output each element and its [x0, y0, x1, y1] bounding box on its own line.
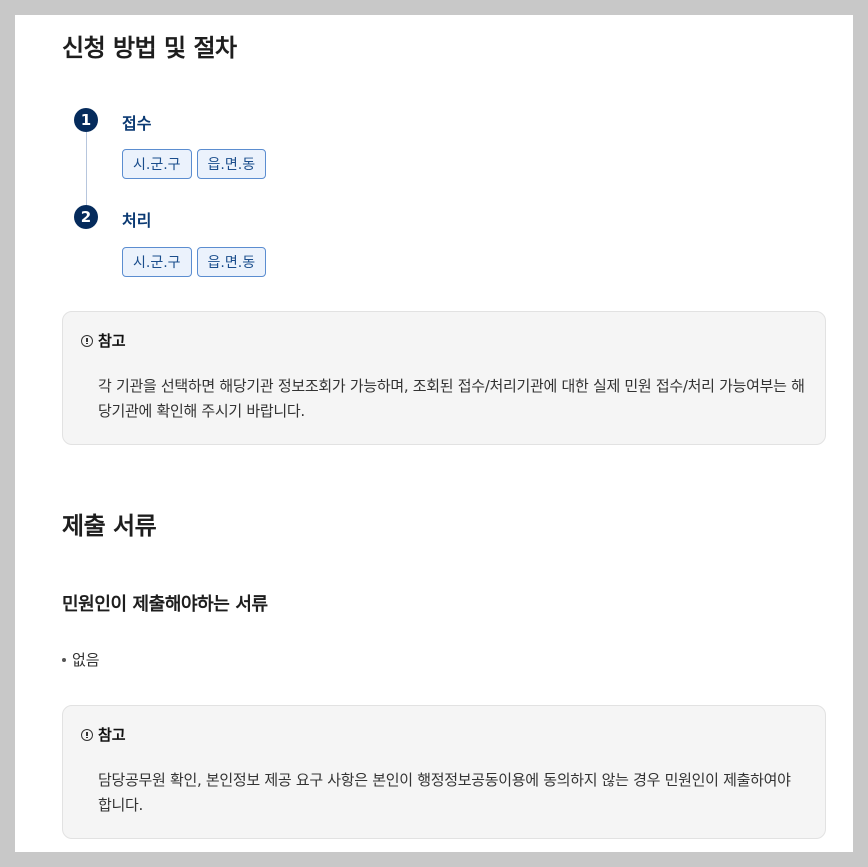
procedure-note-box: 참고 각 기관을 선택하면 해당기관 정보조회가 가능하며, 조회된 접수/처리… [62, 311, 826, 445]
step-2-agencies: 시.군.구 읍.면.동 [122, 247, 267, 277]
note-title: 참고 [98, 332, 126, 350]
step-1-badge: 1 [74, 108, 98, 132]
step-2-label: 처리 [122, 211, 152, 230]
bullet-dot [62, 657, 66, 662]
note-title: 참고 [98, 726, 126, 744]
agency-chip-sigungu[interactable]: 시.군.구 [122, 149, 192, 179]
page: 신청 방법 및 절차 1 접수 시.군.구 읍.면.동 2 처리 시.군.구 읍… [15, 15, 853, 852]
agency-chip-eupmyeondong[interactable]: 읍.면.동 [196, 149, 267, 179]
step-2-badge: 2 [74, 205, 98, 229]
note-header: 참고 [81, 330, 126, 351]
info-circle-icon [81, 334, 93, 347]
procedure-steps: 1 접수 시.군.구 읍.면.동 2 처리 시.군.구 읍.면.동 [74, 108, 474, 288]
note-body: 각 기관을 선택하면 해당기관 정보조회가 가능하며, 조회된 접수/처리기관에… [98, 377, 805, 420]
agency-chip-eupmyeondong[interactable]: 읍.면.동 [196, 247, 267, 277]
step-1-agencies: 시.군.구 읍.면.동 [122, 149, 267, 179]
documents-note-box: 참고 담당공무원 확인, 본인정보 제공 요구 사항은 본인이 행정정보공동이용… [62, 705, 826, 839]
note-header: 참고 [81, 724, 126, 745]
documents-title: 제출 서류 [62, 512, 157, 540]
note-body: 담당공무원 확인, 본인정보 제공 요구 사항은 본인이 행정정보공동이용에 동… [98, 771, 791, 814]
agency-chip-sigungu[interactable]: 시.군.구 [122, 247, 192, 277]
info-circle-icon [81, 728, 93, 741]
step-1-label: 접수 [122, 114, 152, 133]
procedure-title: 신청 방법 및 절차 [62, 34, 237, 62]
list-item-text: 없음 [72, 651, 100, 669]
list-item: 없음 [62, 649, 100, 670]
documents-subtitle: 민원인이 제출해야하는 서류 [62, 594, 268, 615]
